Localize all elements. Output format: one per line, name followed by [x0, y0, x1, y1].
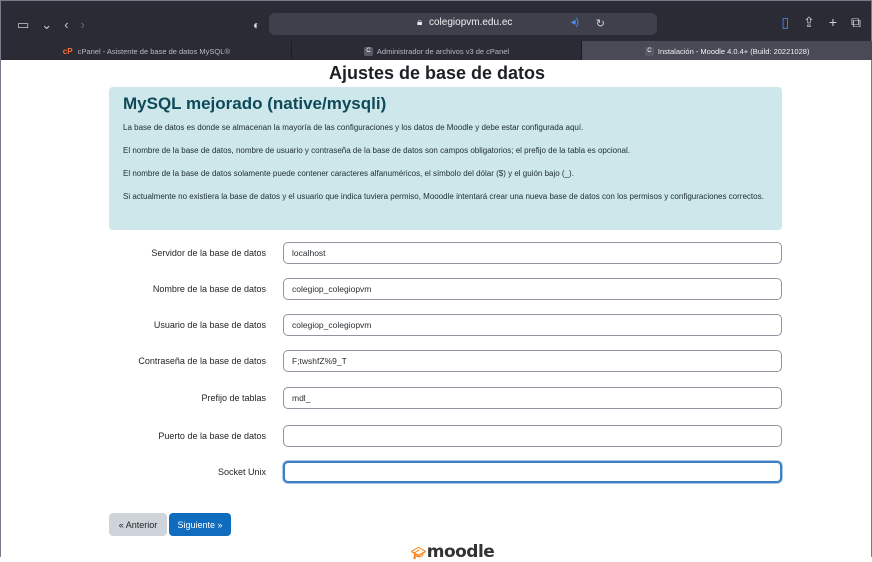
speaker-icon[interactable]: ◂) — [571, 17, 579, 28]
info-paragraph: El nombre de la base de datos solamente … — [123, 169, 574, 178]
dbhost-input[interactable] — [283, 242, 782, 264]
share-icon[interactable]: ⇪ — [803, 15, 815, 29]
form-row-dbhost: Servidor de la base de datos — [1, 242, 872, 266]
form-row-dbsocket: Socket Unix — [1, 461, 872, 485]
tab-label: cPanel - Asistente de base de datos MySQ… — [77, 46, 230, 56]
tab-overview-icon[interactable]: ⧉ — [851, 15, 861, 29]
new-tab-icon[interactable]: + — [829, 15, 837, 29]
tab-bar: cP cPanel - Asistente de base de datos M… — [1, 41, 872, 61]
moodle-logo-text: moodle — [426, 542, 495, 562]
dbpass-input[interactable] — [283, 350, 782, 372]
tab-file-manager[interactable]: C Administrador de archivos v3 de cPanel — [292, 41, 583, 61]
moodle-logo: 🎓︎moodle — [411, 542, 495, 562]
chevron-down-icon[interactable]: ⌄ — [41, 18, 52, 31]
form-row-dbname: Nombre de la base de datos — [1, 278, 872, 302]
privacy-shield-icon[interactable]: ◐ — [253, 18, 260, 32]
address-bar[interactable]: 🔒︎ colegiopvm.edu.ec ◂) ↻ — [269, 13, 657, 35]
previous-button[interactable]: « Anterior — [109, 513, 167, 536]
info-box: MySQL mejorado (native/mysqli) La base d… — [109, 87, 782, 230]
info-paragraph: Si actualmente no existiera la base de d… — [123, 192, 764, 201]
dbsocket-input[interactable] — [283, 461, 782, 483]
tab-label: Instalación - Moodle 4.0.4+ (Build: 2022… — [657, 46, 810, 56]
browser-tools: ▯ ⇪ + ⧉ — [781, 15, 861, 29]
dbpass-label: Contraseña de la base de datos — [138, 356, 266, 366]
next-button[interactable]: Siguiente » — [169, 513, 231, 536]
info-heading: MySQL mejorado (native/mysqli) — [123, 94, 387, 113]
page-title: Ajustes de base de datos — [328, 63, 546, 83]
forward-icon[interactable]: › — [81, 18, 85, 31]
lock-icon: 🔒︎ — [417, 17, 423, 28]
tab-cpanel-mysql[interactable]: cP cPanel - Asistente de base de datos M… — [1, 41, 292, 61]
page-content: Ajustes de base de datos MySQL mejorado … — [0, 60, 872, 562]
dbuser-input[interactable] — [283, 314, 782, 336]
dbhost-label: Servidor de la base de datos — [151, 248, 266, 258]
dbport-label: Puerto de la base de datos — [158, 431, 266, 441]
cpanel-icon: cP — [62, 46, 73, 56]
info-paragraph: El nombre de la base de datos, nombre de… — [123, 146, 630, 155]
browser-toolbar: ▭ ⌄ ‹ › ◐ 🔒︎ colegiopvm.edu.ec ◂) ↻ ▯ ⇪ … — [0, 0, 872, 61]
prefix-input[interactable] — [283, 387, 782, 409]
c-icon: C — [363, 46, 373, 56]
window-controls: ▭ ⌄ ‹ › — [17, 18, 85, 31]
dbname-input[interactable] — [283, 278, 782, 300]
sidebar-icon[interactable]: ▭ — [17, 18, 29, 31]
dbuser-label: Usuario de la base de datos — [153, 320, 266, 330]
graduation-cap-icon: 🎓︎ — [411, 546, 426, 560]
url-text: colegiopvm.edu.ec — [429, 17, 513, 28]
prefix-label: Prefijo de tablas — [201, 393, 266, 403]
back-icon[interactable]: ‹ — [64, 18, 68, 31]
dbname-label: Nombre de la base de datos — [152, 284, 266, 294]
tab-moodle-install[interactable]: C Instalación - Moodle 4.0.4+ (Build: 20… — [582, 41, 872, 61]
form-row-dbport: Puerto de la base de datos — [1, 425, 872, 449]
c-icon: C — [644, 46, 654, 56]
form-row-dbpass: Contraseña de la base de datos — [1, 350, 872, 374]
dbport-input[interactable] — [283, 425, 782, 447]
form-row-dbuser: Usuario de la base de datos — [1, 314, 872, 338]
reload-icon[interactable]: ↻ — [596, 17, 605, 30]
dbsocket-label: Socket Unix — [217, 467, 266, 477]
download-icon[interactable]: ▯ — [781, 15, 789, 29]
info-paragraph: La base de datos es donde se almacenan l… — [123, 123, 584, 132]
tab-label: Administrador de archivos v3 de cPanel — [376, 46, 510, 56]
form-row-prefix: Prefijo de tablas — [1, 387, 872, 411]
